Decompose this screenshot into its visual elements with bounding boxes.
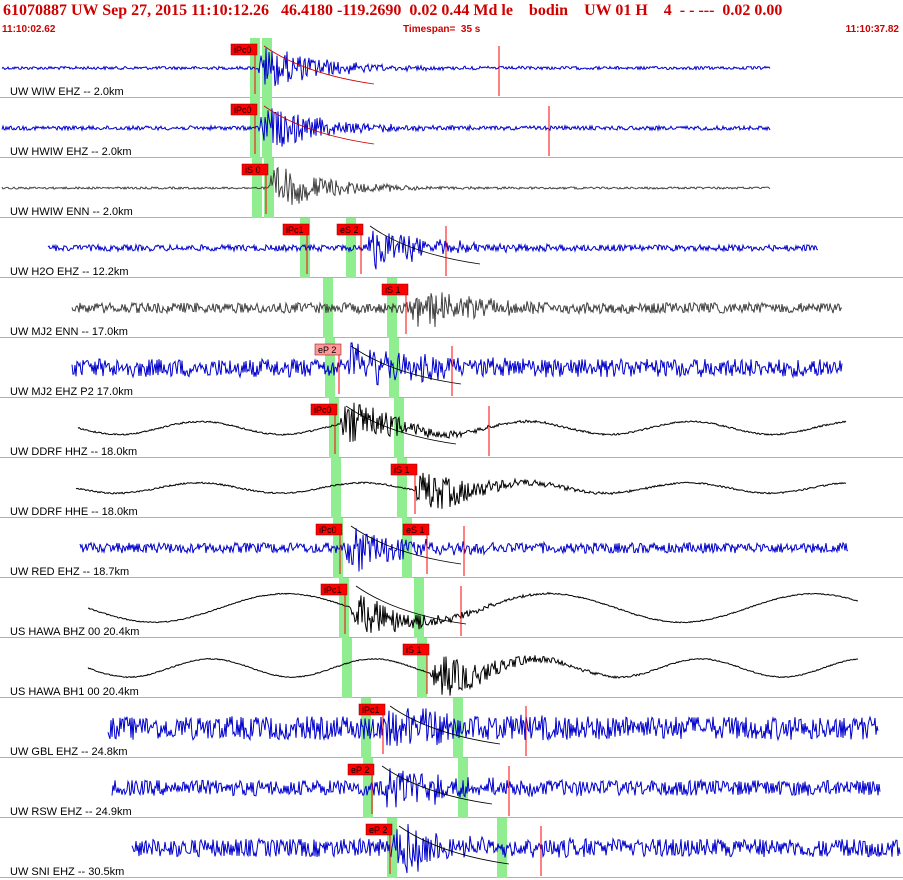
pick-label: eS 1	[406, 525, 425, 535]
trace-row[interactable]: iPc0 UW WIW EHZ -- 2.0km	[0, 38, 903, 98]
station-label: UW SNI EHZ -- 30.5km	[10, 866, 124, 878]
station-label: US HAWA BH1 00 20.4km	[10, 686, 139, 698]
event-header: 61070887 UW Sep 27, 2015 11:10:12.26 46.…	[0, 0, 903, 38]
station-label: UW MJ2 ENN -- 17.0km	[10, 326, 128, 338]
time-end-label: 11:10:37.82	[845, 24, 899, 35]
coda-curve	[369, 225, 481, 265]
waveform	[1, 166, 771, 205]
station-label: UW MJ2 EHZ P2 17.0km	[10, 386, 133, 398]
station-label: UW RSW EHZ -- 24.9km	[10, 806, 132, 818]
pick-label: iPc1	[286, 225, 304, 235]
station-label: UW DDRF HHZ -- 18.0km	[10, 446, 137, 458]
time-start-label: 11:10:02.62	[2, 24, 56, 35]
coda-curve	[381, 765, 493, 805]
pick-label: iS 1	[385, 285, 401, 295]
pick-label: iS 1	[406, 645, 422, 655]
trace-row[interactable]: iPc1 UW GBL EHZ -- 24.8km	[0, 698, 903, 758]
pick-label: eP 2	[351, 765, 369, 775]
waveform	[47, 230, 819, 270]
waveform	[131, 823, 901, 874]
waveform	[1, 48, 771, 87]
pick-label: iS 1	[394, 465, 410, 475]
waveform	[87, 591, 858, 633]
waveform	[71, 292, 843, 328]
seismogram-panel[interactable]: iPc0 UW WIW EHZ -- 2.0km iPc0 UW HWIW EHZ -…	[0, 38, 903, 880]
timespan-label: Timespan= 35 s	[403, 24, 481, 35]
pick-window	[342, 638, 352, 698]
waveform	[107, 708, 879, 746]
pick-label: eP 2	[318, 345, 336, 355]
station-label: UW RED EHZ -- 18.7km	[10, 566, 129, 578]
station-label: US HAWA BHZ 00 20.4km	[10, 626, 139, 638]
station-label: UW HWIW EHZ -- 2.0km	[10, 146, 132, 158]
trace-row[interactable]: iS 1 US HAWA BH1 00 20.4km	[0, 638, 903, 698]
station-label: UW GBL EHZ -- 24.8km	[10, 746, 128, 758]
waveform	[75, 472, 847, 509]
station-label: UW DDRF HHE -- 18.0km	[10, 506, 138, 518]
pick-label: iPc0	[319, 525, 337, 535]
pick-label: eP 2	[369, 825, 387, 835]
waveform	[111, 768, 881, 808]
trace-row[interactable]: iS 1 UW MJ2 ENN -- 17.0km	[0, 278, 903, 338]
time-bar: 11:10:02.62 Timespan= 35 s 11:10:37.82	[0, 24, 903, 37]
station-label: UW HWIW ENN -- 2.0km	[10, 206, 133, 218]
pick-window	[331, 458, 341, 518]
station-label: UW H2O EHZ -- 12.2km	[10, 266, 129, 278]
trace-row[interactable]: eP 2 UW RSW EHZ -- 24.9km	[0, 758, 903, 818]
pick-label: iPc1	[362, 705, 380, 715]
pick-window	[394, 398, 404, 458]
waveform	[77, 402, 847, 443]
pick-label: iPc0	[234, 45, 252, 55]
trace-row[interactable]: eP 2 UW MJ2 EHZ P2 17.0km	[0, 338, 903, 398]
trace-row[interactable]: iPc0 UW HWIW EHZ -- 2.0km	[0, 98, 903, 158]
trace-row[interactable]: eP 2 UW SNI EHZ -- 30.5km	[0, 818, 903, 878]
waveform	[87, 655, 859, 696]
pick-label: eS 2	[340, 225, 359, 235]
event-summary-title: 61070887 UW Sep 27, 2015 11:10:12.26 46.…	[3, 2, 783, 19]
trace-row[interactable]: iS 0 UW HWIW ENN -- 2.0km	[0, 158, 903, 218]
trace-row[interactable]: iS 1 UW DDRF HHE -- 18.0km	[0, 458, 903, 518]
waveform	[71, 342, 843, 386]
trace-row[interactable]: iPc1 eS 2 UW H2O EHZ -- 12.2km	[0, 218, 903, 278]
trace-row[interactable]: iPc1 US HAWA BHZ 00 20.4km	[0, 578, 903, 638]
waveform	[1, 108, 771, 147]
pick-label: iS 0	[245, 165, 261, 175]
pick-label: iPc0	[314, 405, 332, 415]
trace-row[interactable]: iPc0 UW DDRF HHZ -- 18.0km	[0, 398, 903, 458]
pick-label: iPc1	[324, 585, 342, 595]
station-label: UW WIW EHZ -- 2.0km	[10, 86, 124, 98]
pick-label: iPc0	[234, 105, 252, 115]
trace-row[interactable]: iPc0 eS 1 UW RED EHZ -- 18.7km	[0, 518, 903, 578]
